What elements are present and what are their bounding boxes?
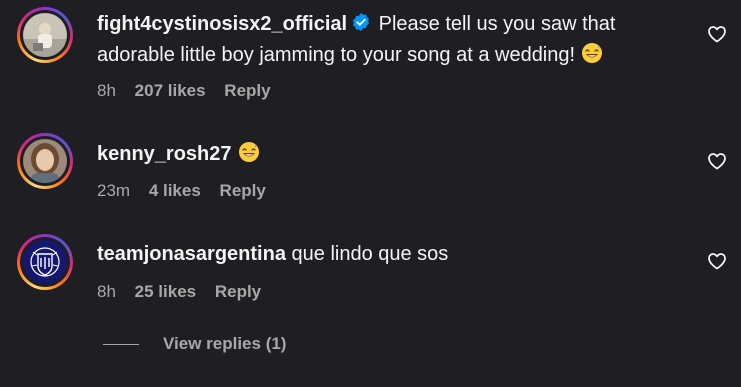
like-heart-icon[interactable]	[707, 252, 727, 270]
avatar[interactable]	[17, 7, 73, 63]
comment-meta: 8h 25 likes Reply	[97, 282, 275, 302]
comment-likes[interactable]: 25 likes	[135, 282, 196, 301]
comment-timestamp: 8h	[97, 282, 116, 301]
comment-body: teamjonasargentina que lindo que sos	[97, 240, 687, 269]
comment-timestamp: 8h	[97, 81, 116, 100]
verified-badge-icon	[351, 12, 371, 41]
comment-body: kenny_rosh27	[97, 140, 687, 172]
comment-username[interactable]: teamjonasargentina	[97, 243, 286, 265]
comment-username[interactable]: kenny_rosh27	[97, 143, 232, 165]
like-heart-icon[interactable]	[707, 25, 727, 43]
reply-button[interactable]: Reply	[224, 81, 270, 100]
like-heart-icon[interactable]	[707, 152, 727, 170]
comment-likes[interactable]: 207 likes	[135, 81, 206, 100]
avatar-image	[23, 240, 67, 284]
view-replies-button[interactable]: View replies (1)	[103, 333, 286, 355]
view-replies-divider	[103, 343, 139, 345]
comment-meta: 23m 4 likes Reply	[97, 181, 280, 201]
comment-username[interactable]: fight4cystinosisx2_official	[97, 13, 347, 35]
avatar[interactable]	[17, 234, 73, 290]
reply-button[interactable]: Reply	[215, 282, 261, 301]
comment-text: que lindo que sos	[291, 243, 449, 265]
avatar-image	[23, 139, 67, 183]
grinning-sweat-face-icon	[238, 141, 260, 172]
grinning-sweat-face-icon	[581, 42, 603, 73]
reply-button[interactable]: Reply	[220, 181, 266, 200]
view-replies-label: View replies (1)	[163, 334, 287, 353]
comment-timestamp: 23m	[97, 181, 131, 200]
avatar[interactable]	[17, 133, 73, 189]
comment-meta: 8h 207 likes Reply	[97, 81, 285, 101]
avatar-image	[23, 13, 67, 57]
comment-body: fight4cystinosisx2_official Please tell …	[97, 10, 687, 73]
comment-likes[interactable]: 4 likes	[149, 181, 201, 200]
